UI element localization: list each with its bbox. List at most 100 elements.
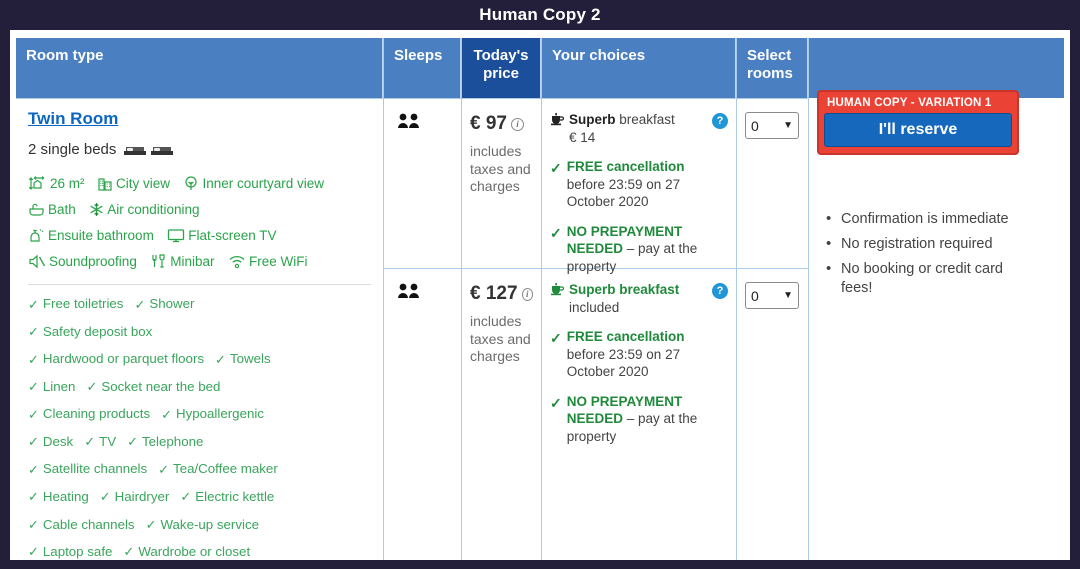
breakfast-price: included	[569, 299, 620, 315]
room-name-link[interactable]: Twin Room	[28, 109, 118, 129]
amenity-label: Laptop safe	[42, 544, 113, 560]
feature-label: Bath	[48, 201, 76, 217]
room-quantity-select-row2[interactable]: 0 ▼	[745, 282, 799, 309]
column-select-rooms: Select rooms 0 ▼ 0 ▼	[737, 38, 809, 560]
price-row2: € 127 i	[470, 283, 533, 305]
bed-configuration-label: 2 single beds	[28, 141, 117, 158]
check-icon: ✓	[28, 516, 39, 532]
sleeps-cell-row2	[384, 268, 461, 560]
amenity-label: Linen	[42, 378, 76, 394]
amenity-row: ✓ Cleaning products ✓ Hypoallergenic	[28, 401, 371, 429]
feature-soundproofing: Soundproofing	[28, 251, 137, 273]
ensuite-bathroom-icon	[30, 229, 44, 242]
room-type-cell: Twin Room 2 single beds 26 m² City view …	[16, 98, 383, 560]
snowflake-icon	[90, 203, 103, 217]
coffee-cup-icon	[551, 113, 564, 126]
amenity-item: ✓ Satellite channels	[28, 458, 147, 481]
chevron-down-icon: ▼	[783, 290, 793, 301]
feature-label: Inner courtyard view	[202, 175, 324, 191]
prepayment-choice: ✓ NO PREPAYMENT NEEDED – pay at the prop…	[550, 393, 727, 446]
tv-icon	[168, 229, 185, 243]
room-features: 26 m² City view Inner courtyard view Bat…	[28, 171, 371, 275]
room-quantity-value: 0	[751, 287, 759, 304]
single-bed-icon	[124, 146, 147, 155]
check-icon: ✓	[215, 351, 226, 367]
check-icon: ✓	[145, 516, 157, 532]
single-bed-icon	[151, 146, 174, 155]
amenity-label: Safety deposit box	[42, 323, 153, 339]
column-your-choices: Your choices ? Superb breakfast € 14 ✓ F…	[542, 38, 737, 560]
breakfast-help-icon[interactable]: ?	[712, 283, 728, 299]
amenity-label: Wake-up service	[160, 516, 260, 532]
column-reserve: HUMAN COPY - VARIATION 1 I'll reserve Co…	[809, 38, 1064, 560]
feature-free-wifi: Free WiFi	[228, 251, 308, 273]
info-icon[interactable]: i	[521, 287, 533, 301]
price-row1: € 97 i	[470, 113, 533, 135]
breakfast-rating: Superb	[569, 112, 616, 127]
amenity-item: ✓ Safety deposit box	[28, 321, 152, 344]
breakfast-label: breakfast	[615, 112, 675, 127]
check-icon: ✓	[28, 489, 39, 505]
feature-label: Ensuite bathroom	[48, 227, 154, 243]
amenity-label: Electric kettle	[195, 488, 275, 504]
reserve-benefits-list: Confirmation is immediate No registration…	[823, 209, 1038, 305]
reserve-button[interactable]: I'll reserve	[824, 113, 1012, 147]
breakfast-choice: Superb breakfast € 14	[550, 111, 727, 146]
amenity-item: ✓ Hairdryer	[100, 486, 170, 509]
amenity-row: ✓ Safety deposit box	[28, 318, 371, 346]
cancellation-deadline: before 23:59 on 27 October 2020	[566, 176, 681, 210]
column-todays-price: Today's price € 97 i includes taxes and …	[462, 38, 542, 560]
check-icon: ✓	[550, 330, 562, 347]
amenity-item: ✓ Free toiletries	[28, 293, 123, 316]
price-amount: € 127	[470, 283, 518, 304]
feature-room-size: 26 m²	[28, 173, 85, 195]
feature-label: Minibar	[170, 253, 215, 269]
header-select-rooms: Select rooms	[737, 38, 808, 98]
header-your-choices: Your choices	[542, 38, 736, 98]
amenity-row: ✓ Heating ✓ Hairdryer ✓ Electric kettle	[28, 483, 371, 511]
amenity-item: ✓ TV	[84, 431, 116, 454]
amenity-row: ✓ Laptop safe ✓ Wardrobe or closet	[28, 538, 371, 560]
price-note: includes taxes and charges	[470, 313, 531, 364]
amenity-label: Hypoallergenic	[176, 406, 264, 422]
room-quantity-select-row1[interactable]: 0 ▼	[745, 112, 799, 139]
amenity-item: ✓ Laptop safe	[28, 541, 112, 560]
amenity-row: ✓ Linen ✓ Socket near the bed	[28, 373, 371, 401]
select-cell-row2: 0 ▼	[737, 268, 808, 560]
check-icon: ✓	[86, 379, 98, 395]
check-icon: ✓	[28, 351, 39, 367]
amenity-item: ✓ Socket near the bed	[86, 376, 220, 399]
amenity-label: Towels	[229, 351, 271, 367]
check-icon: ✓	[28, 544, 39, 560]
check-icon: ✓	[158, 461, 170, 477]
soundproofing-icon	[29, 254, 46, 269]
check-icon: ✓	[550, 224, 562, 241]
check-icon: ✓	[550, 160, 562, 177]
amenity-item: ✓ Wardrobe or closet	[123, 541, 250, 560]
breakfast-help-icon[interactable]: ?	[712, 113, 728, 129]
booking-panel: Room type Twin Room 2 single beds 26 m² …	[10, 30, 1070, 560]
amenity-item: ✓ Tea/Coffee maker	[158, 458, 278, 481]
amenity-item: ✓ Electric kettle	[180, 486, 274, 509]
cancellation-choice: ✓ FREE cancellation before 23:59 on 27 O…	[550, 158, 727, 211]
check-icon: ✓	[28, 324, 39, 340]
info-icon[interactable]: i	[510, 117, 524, 131]
coffee-cup-icon	[551, 283, 564, 296]
courtyard-view-icon	[185, 176, 198, 191]
breakfast-choice: Superb breakfast included	[550, 281, 727, 316]
check-icon: ✓	[134, 296, 146, 312]
feature-label: Soundproofing	[49, 253, 137, 269]
feature-minibar: Minibar	[150, 251, 215, 273]
window-titlebar: Human Copy 2	[0, 0, 1080, 30]
amenity-label: Desk	[42, 433, 74, 449]
cancellation-deadline: before 23:59 on 27 October 2020	[566, 346, 681, 380]
check-icon: ✓	[161, 406, 172, 422]
variation-badge-callout: HUMAN COPY - VARIATION 1 I'll reserve	[817, 90, 1019, 155]
choices-cell-row1: ? Superb breakfast € 14 ✓ FREE cancellat…	[542, 98, 736, 274]
check-icon: ✓	[28, 296, 39, 312]
amenity-item: ✓ Linen	[28, 376, 75, 399]
person-icon	[398, 113, 419, 128]
price-cell-row1: € 97 i includes taxes and charges	[462, 98, 541, 268]
amenity-label: Wardrobe or closet	[138, 544, 251, 560]
person-icon	[398, 283, 419, 298]
